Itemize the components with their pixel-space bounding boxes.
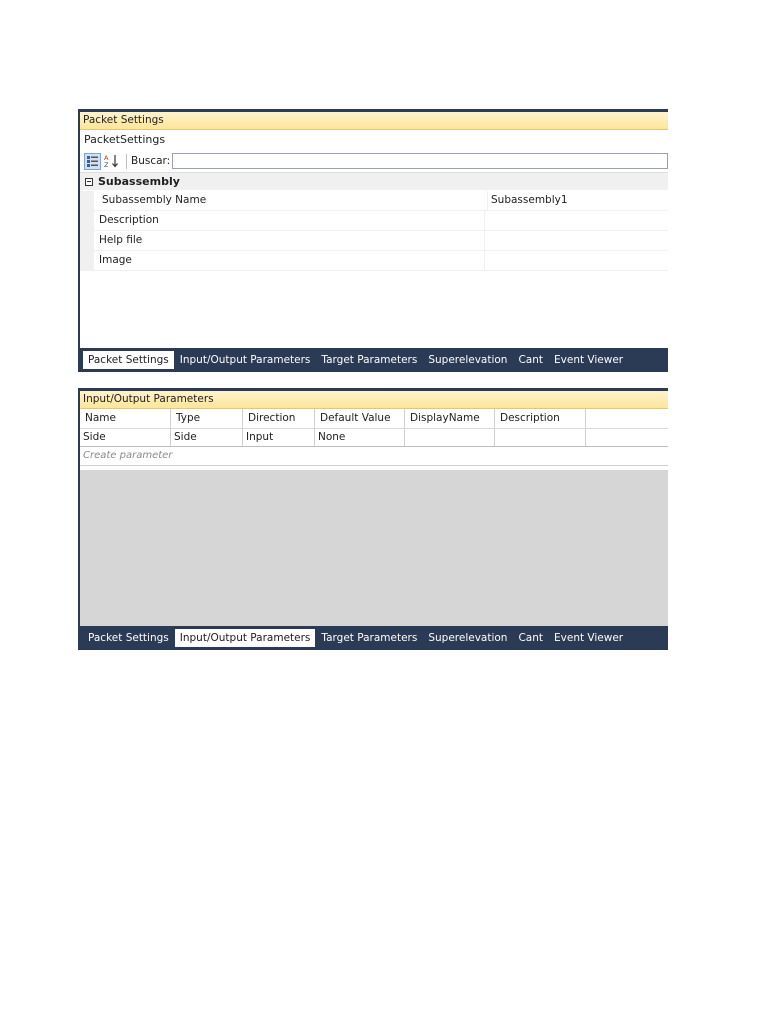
cell-name[interactable]: Side xyxy=(80,429,171,446)
sort-alpha-button[interactable]: A Z xyxy=(103,153,120,170)
tab-superelevation[interactable]: Superelevation xyxy=(423,629,512,647)
grid-header: Name Type Direction Default Value Displa… xyxy=(80,409,668,429)
grid-empty-area xyxy=(80,470,668,626)
column-header-type[interactable]: Type xyxy=(171,409,243,428)
property-gutter xyxy=(80,231,94,250)
tab-target-parameters[interactable]: Target Parameters xyxy=(316,629,422,647)
tab-cant[interactable]: Cant xyxy=(513,629,548,647)
column-header-name[interactable]: Name xyxy=(80,409,171,428)
search-label: Buscar: xyxy=(131,155,171,167)
panel-title: Input/Output Parameters xyxy=(80,391,668,409)
panel-title: Packet Settings xyxy=(80,112,668,130)
column-header-filler xyxy=(586,409,668,428)
property-gutter xyxy=(80,211,94,230)
collapse-icon[interactable] xyxy=(85,177,93,186)
cell-description[interactable] xyxy=(495,429,586,446)
property-row[interactable]: Subassembly Name Subassembly1 xyxy=(80,191,668,211)
property-name: Help file xyxy=(94,231,485,250)
property-gutter xyxy=(80,191,94,210)
property-row[interactable]: Help file xyxy=(80,231,668,251)
cell-type[interactable]: Side xyxy=(171,429,243,446)
tab-bar: Packet Settings Input/Output Parameters … xyxy=(80,348,668,372)
column-header-display-name[interactable]: DisplayName xyxy=(405,409,495,428)
property-name: Subassembly Name xyxy=(94,191,488,210)
packet-settings-panel: Packet Settings PacketSettings A Z Busca… xyxy=(78,109,668,372)
tab-superelevation[interactable]: Superelevation xyxy=(423,351,512,369)
property-value[interactable]: Subassembly1 xyxy=(488,191,668,210)
tab-event-viewer[interactable]: Event Viewer xyxy=(549,351,628,369)
column-header-default-value[interactable]: Default Value xyxy=(315,409,405,428)
property-value[interactable] xyxy=(485,251,668,270)
cell-display-name[interactable] xyxy=(405,429,495,446)
input-output-parameters-panel: Input/Output Parameters Name Type Direct… xyxy=(78,388,668,650)
tab-target-parameters[interactable]: Target Parameters xyxy=(316,351,422,369)
tab-cant[interactable]: Cant xyxy=(513,351,548,369)
category-label: Subassembly xyxy=(98,175,180,188)
svg-text:Z: Z xyxy=(104,161,109,168)
cell-default-value[interactable]: None xyxy=(315,429,405,446)
category-subassembly[interactable]: Subassembly xyxy=(80,173,668,191)
object-name: PacketSettings xyxy=(84,133,166,146)
cell-filler xyxy=(586,429,668,446)
sort-alpha-icon: A Z xyxy=(104,154,118,168)
column-header-direction[interactable]: Direction xyxy=(243,409,315,428)
property-value[interactable] xyxy=(485,231,668,250)
tab-input-output-parameters[interactable]: Input/Output Parameters xyxy=(175,351,316,369)
property-name: Description xyxy=(94,211,485,230)
property-gutter xyxy=(80,251,94,270)
property-toolbar: A Z Buscar: xyxy=(80,150,668,173)
categorized-button[interactable] xyxy=(84,152,101,170)
cell-direction[interactable]: Input xyxy=(243,429,315,446)
tab-input-output-parameters[interactable]: Input/Output Parameters xyxy=(174,629,316,647)
toolbar-separator xyxy=(126,153,127,169)
search-input[interactable] xyxy=(172,153,668,169)
column-header-description[interactable]: Description xyxy=(495,409,586,428)
property-value[interactable] xyxy=(485,211,668,230)
table-row[interactable]: Side Side Input None xyxy=(80,429,668,447)
property-row[interactable]: Description xyxy=(80,211,668,231)
tab-packet-settings[interactable]: Packet Settings xyxy=(83,351,174,369)
tab-packet-settings[interactable]: Packet Settings xyxy=(83,629,174,647)
create-parameter-row[interactable]: Create parameter xyxy=(80,447,668,466)
tab-bar: Packet Settings Input/Output Parameters … xyxy=(80,626,668,650)
categorized-icon xyxy=(87,155,98,167)
tab-event-viewer[interactable]: Event Viewer xyxy=(549,629,628,647)
property-row[interactable]: Image xyxy=(80,251,668,271)
property-name: Image xyxy=(94,251,485,270)
